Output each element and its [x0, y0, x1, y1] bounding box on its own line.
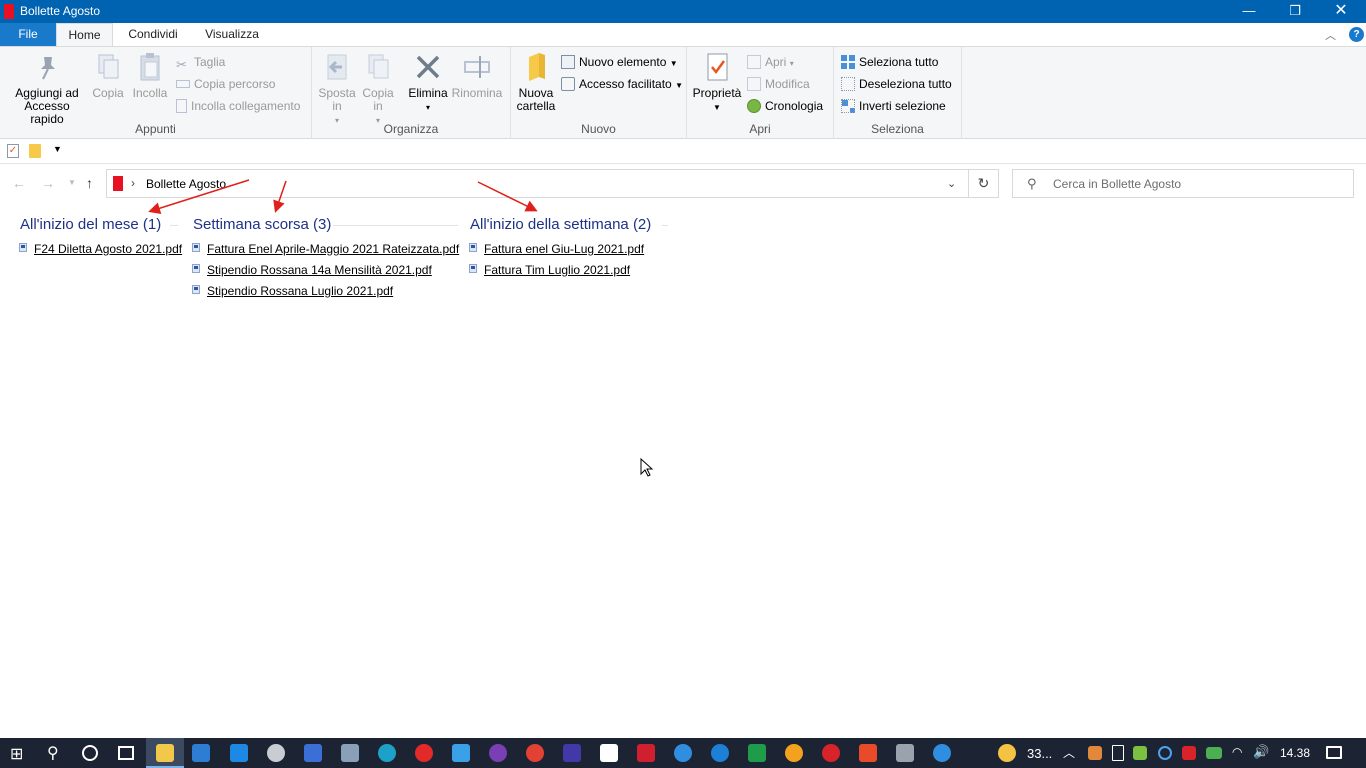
onedrive-icon[interactable]	[674, 744, 692, 762]
app-icon[interactable]	[785, 744, 803, 762]
usb-device-icon[interactable]	[1112, 745, 1124, 761]
volume-icon[interactable]: 🔊	[1253, 744, 1269, 760]
settings-gear-icon[interactable]	[267, 744, 285, 762]
mouse-cursor-icon	[640, 458, 654, 477]
annotation-arrow	[148, 179, 250, 215]
file-explorer-icon	[156, 744, 174, 762]
excel-icon[interactable]	[748, 744, 766, 762]
show-hidden-icons-icon[interactable]: ︿	[1063, 744, 1075, 761]
taskbar: ⊞ ⚲ 33... ︿ ◠ 🔊 14.38	[0, 738, 1366, 768]
search-icon[interactable]: ⚲	[47, 743, 59, 763]
app-icon[interactable]	[489, 744, 507, 762]
tray-app-icon[interactable]	[1088, 746, 1102, 760]
app-icon[interactable]	[711, 744, 729, 762]
chrome-browser-icon[interactable]	[526, 744, 544, 762]
photos-icon[interactable]	[341, 744, 359, 762]
app-icon[interactable]	[859, 744, 877, 762]
windows-start-icon[interactable]: ⊞	[10, 744, 23, 764]
annotation-arrow	[477, 181, 538, 212]
store-icon[interactable]	[192, 744, 210, 762]
annotation-arrows	[148, 179, 538, 215]
wifi-icon[interactable]: ◠	[1232, 745, 1242, 759]
cortana-icon[interactable]	[82, 745, 98, 761]
notifications-icon[interactable]	[1326, 746, 1342, 759]
task-view-icon[interactable]	[118, 746, 134, 760]
tray-app-icon[interactable]	[1206, 747, 1222, 759]
opera-browser-icon[interactable]	[415, 744, 433, 762]
app-icon[interactable]	[822, 744, 840, 762]
calculator-icon[interactable]	[896, 744, 914, 762]
app-icon[interactable]	[637, 744, 655, 762]
app-icon[interactable]	[933, 744, 951, 762]
clock[interactable]: 14.38	[1280, 746, 1310, 760]
weather-icon[interactable]	[998, 744, 1016, 762]
app-icon[interactable]	[563, 744, 581, 762]
mail-icon[interactable]	[230, 744, 248, 762]
weather-temperature[interactable]: 33...	[1027, 746, 1052, 761]
app-icon[interactable]	[452, 744, 470, 762]
tray-app-icon[interactable]	[1133, 746, 1147, 760]
tray-app-icon[interactable]	[1182, 746, 1196, 760]
edge-browser-icon[interactable]	[378, 744, 396, 762]
annotation-arrow	[273, 180, 287, 213]
document-icon[interactable]	[600, 744, 618, 762]
app-icon[interactable]	[304, 744, 322, 762]
tray-app-icon[interactable]	[1158, 746, 1172, 760]
